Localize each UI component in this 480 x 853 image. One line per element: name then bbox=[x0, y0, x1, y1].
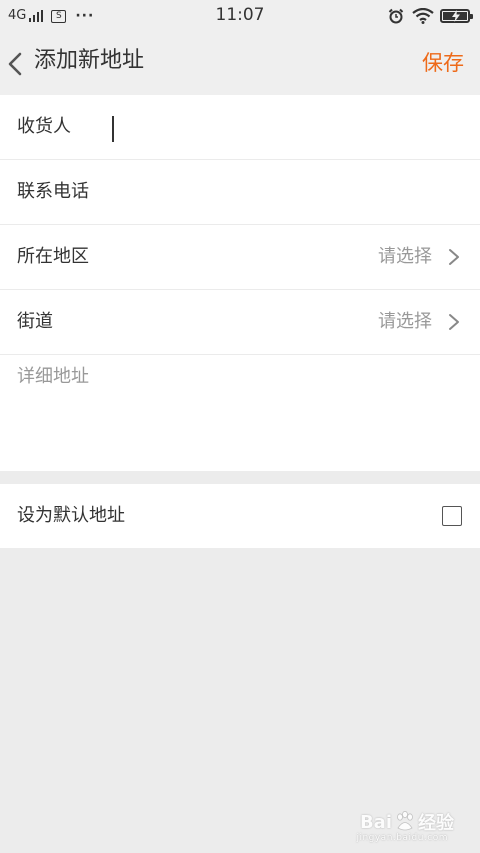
battery-charging-icon bbox=[440, 9, 473, 23]
page-title: 添加新地址 bbox=[34, 48, 145, 73]
recipient-input[interactable] bbox=[110, 113, 450, 141]
watermark-site: jingyan.baidu.com bbox=[356, 833, 448, 843]
recipient-label: 收货人 bbox=[17, 116, 71, 137]
chevron-right-icon bbox=[449, 249, 459, 265]
street-label: 街道 bbox=[17, 311, 53, 332]
wifi-icon bbox=[412, 8, 434, 24]
phone-input[interactable] bbox=[110, 178, 450, 206]
status-right bbox=[388, 7, 473, 25]
region-select-value: 请选择 bbox=[378, 246, 432, 267]
phone-row[interactable]: 联系电话 bbox=[0, 160, 480, 225]
detail-address-input[interactable] bbox=[17, 365, 457, 461]
save-button[interactable]: 保存 bbox=[422, 32, 464, 94]
header: 添加新地址 保存 bbox=[0, 32, 480, 95]
back-button[interactable] bbox=[4, 48, 28, 80]
status-bar: 4G S ··· 11:07 bbox=[0, 0, 480, 32]
region-label: 所在地区 bbox=[17, 246, 89, 267]
bolt-icon bbox=[452, 10, 460, 22]
address-form: 收货人 联系电话 所在地区 请选择 街道 请选择 bbox=[0, 95, 480, 471]
alarm-icon bbox=[388, 8, 404, 24]
watermark-brand-left: Bai bbox=[359, 811, 392, 833]
detail-address-row bbox=[0, 355, 480, 471]
recipient-row[interactable]: 收货人 bbox=[0, 95, 480, 160]
default-address-label: 设为默认地址 bbox=[17, 505, 125, 526]
paw-icon bbox=[397, 811, 413, 831]
chevron-right-icon bbox=[449, 314, 459, 330]
street-row[interactable]: 街道 请选择 bbox=[0, 290, 480, 355]
region-row[interactable]: 所在地区 请选择 bbox=[0, 225, 480, 290]
phone-label: 联系电话 bbox=[17, 181, 89, 202]
default-address-row[interactable]: 设为默认地址 bbox=[0, 484, 480, 548]
watermark-brand-right: 经验 bbox=[418, 813, 454, 834]
street-select-value: 请选择 bbox=[378, 311, 432, 332]
baidu-jingyan-watermark: Bai 经验 jingyan.baidu.com bbox=[356, 809, 454, 843]
text-cursor bbox=[112, 116, 114, 142]
default-address-checkbox[interactable] bbox=[442, 506, 462, 526]
